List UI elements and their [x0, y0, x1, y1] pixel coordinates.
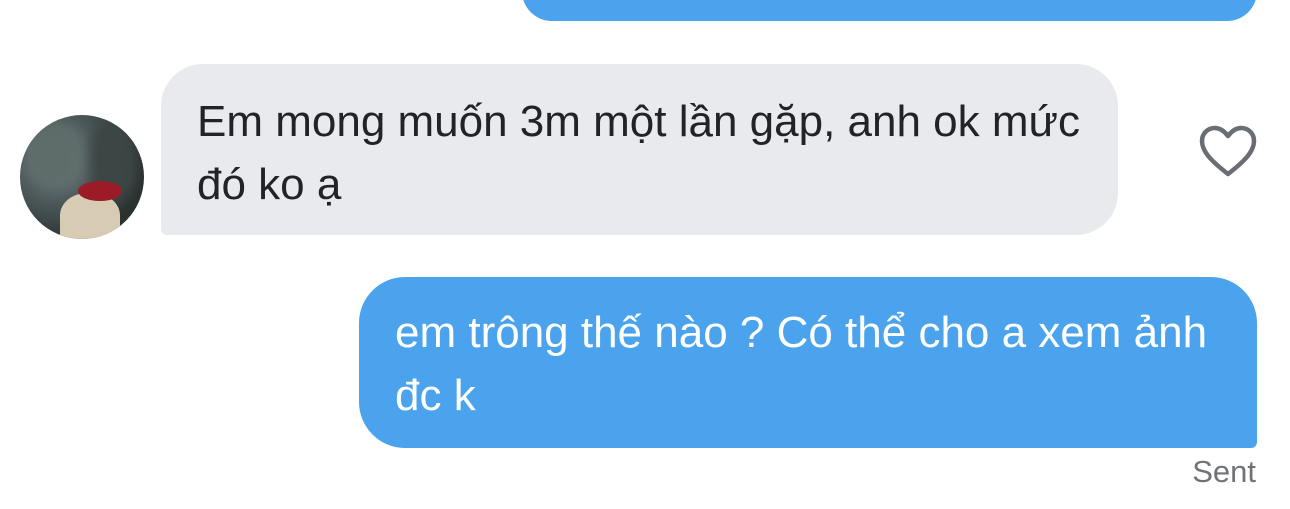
outgoing-message-bubble-previous[interactable]	[522, 0, 1257, 21]
message-status: Sent	[1192, 454, 1256, 489]
contact-avatar[interactable]	[20, 115, 144, 239]
outgoing-message-text: em trông thế nào ? Có thể cho a xem ảnh …	[395, 308, 1208, 420]
avatar-photo-berries	[78, 181, 122, 201]
heart-outline-icon[interactable]	[1198, 124, 1258, 180]
heart-icon-svg	[1199, 125, 1257, 177]
incoming-message-bubble[interactable]: Em mong muốn 3m một lần gặp, anh ok mức …	[161, 64, 1118, 235]
avatar-photo-background	[30, 125, 80, 185]
outgoing-message-bubble[interactable]: em trông thế nào ? Có thể cho a xem ảnh …	[359, 277, 1257, 448]
incoming-message-text: Em mong muốn 3m một lần gặp, anh ok mức …	[197, 97, 1080, 209]
